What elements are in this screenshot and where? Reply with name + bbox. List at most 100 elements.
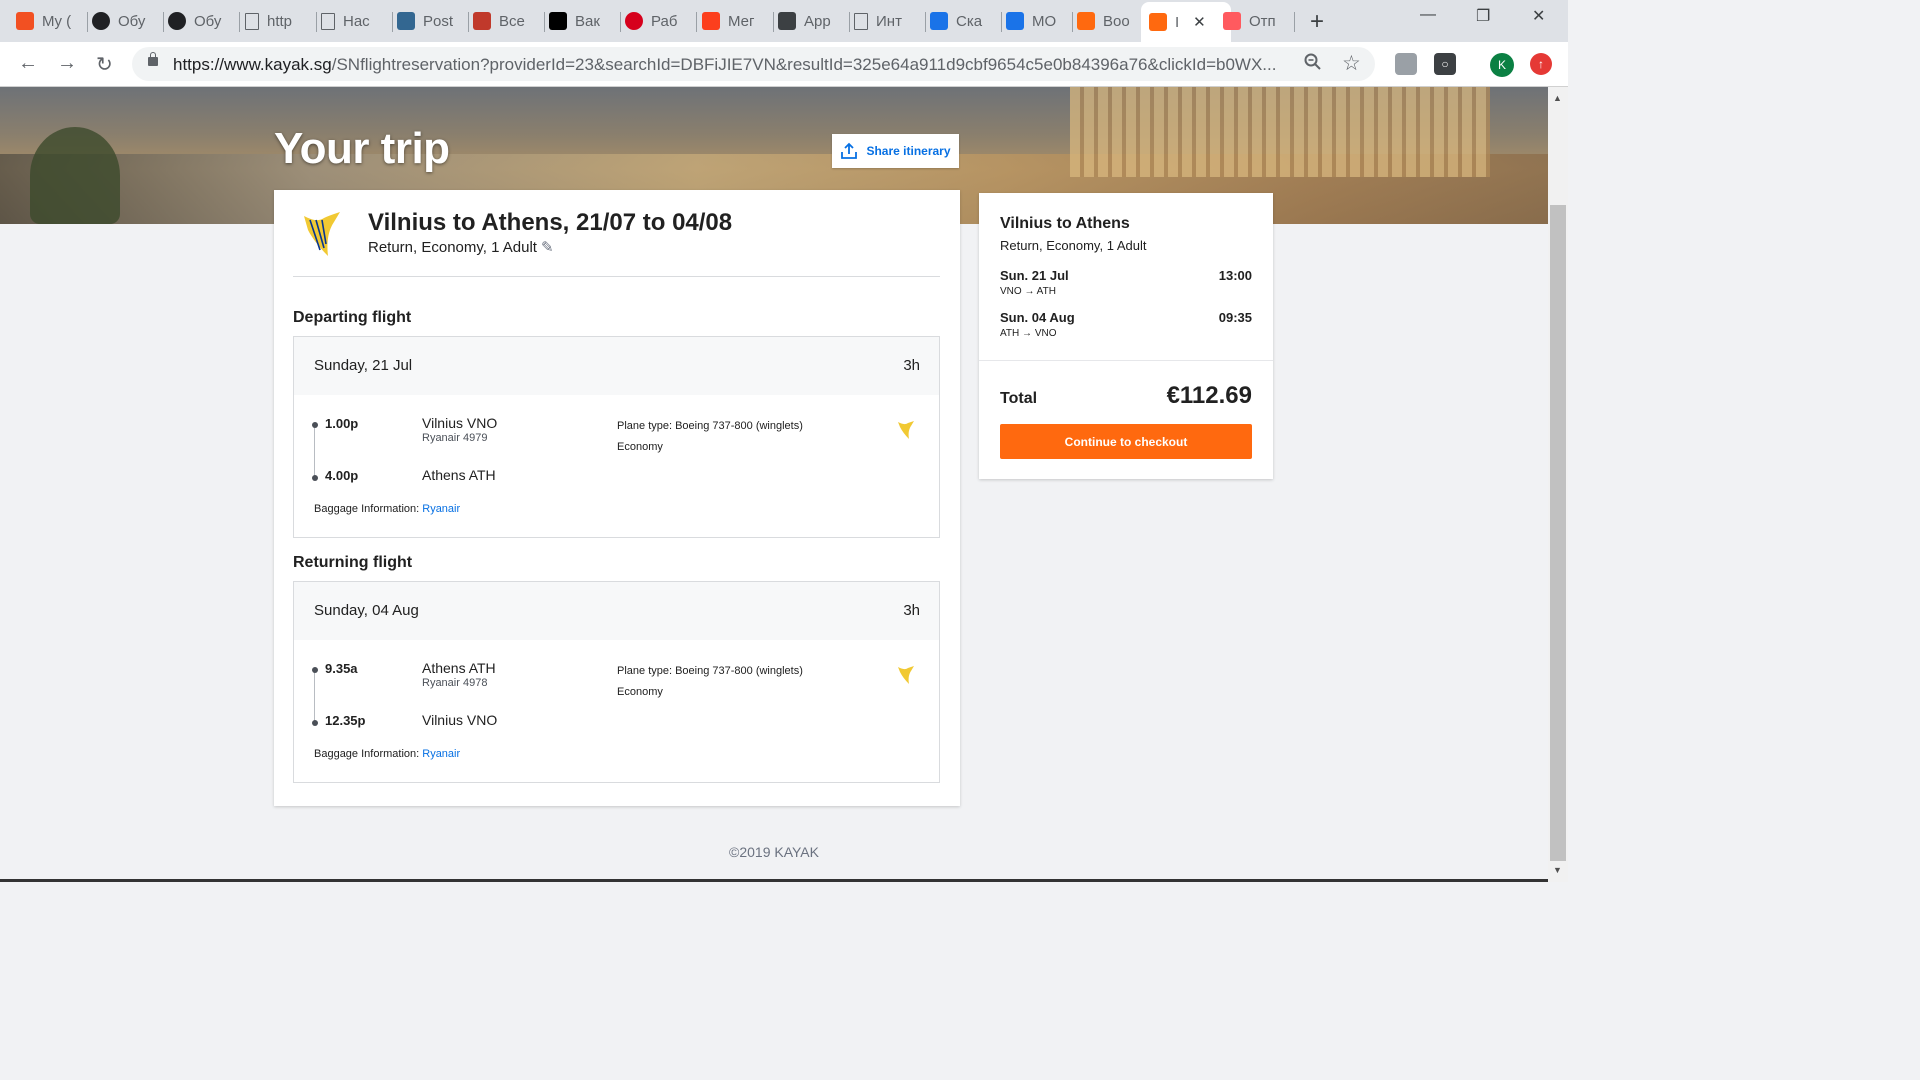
browser-tab[interactable]: Мег [702,6,774,36]
browser-tab[interactable]: I ✕ [1141,2,1231,42]
tab-separator [1001,12,1002,32]
tab-separator [1072,12,1073,32]
new-tab-icon[interactable]: + [1310,8,1324,36]
departure-dot [312,667,318,673]
browser-tab[interactable]: Ска [930,6,1002,36]
airbnb-icon [1223,12,1241,30]
browser-tab[interactable]: App [778,6,850,36]
browser-toolbar: ← → ↻ https://www.kayak.sg/SNflightreser… [0,42,1568,87]
arrival-dot [312,720,318,726]
page-content: Your trip Share itinerary Vilnius to Ath… [0,87,1548,882]
tab-separator [849,12,850,32]
zoom-icon[interactable] [1304,53,1322,77]
departure-time: 9.35a [325,661,358,676]
tab-label: Отп [1249,12,1276,30]
segment-date: Sunday, 21 Jul [314,357,413,374]
scrollbar-thumb[interactable] [1550,205,1566,861]
tab-separator [1294,12,1295,32]
summary-leg1-date: Sun. 21 Jul [1000,268,1069,283]
trip-details-card: Vilnius to Athens, 21/07 to 04/08 Return… [274,190,960,806]
departing-section-title: Departing flight [293,309,412,326]
ryanair-small-icon [898,421,914,439]
browser-tab[interactable]: Boo [1077,6,1143,36]
openai-icon [168,12,186,30]
url-text[interactable]: https://www.kayak.sg/SNflightreservation… [173,55,1283,75]
restore-icon[interactable]: ❐ [1476,6,1490,26]
tab-separator [620,12,621,32]
segment-duration: 3h [903,602,920,619]
departure-airport: Vilnius VNO [422,415,498,431]
summary-leg2-route: ATH → VNO [1000,328,1057,339]
extension-cube-icon[interactable] [1395,53,1417,75]
baggage-label: Baggage Information: [314,748,420,760]
kayak-icon [1149,13,1167,31]
baggage-info: Baggage Information: Ryanair [314,748,460,760]
close-tab-icon[interactable]: ✕ [1193,13,1206,31]
share-itinerary-label: Share itinerary [866,144,951,158]
browser-tab[interactable]: Отп [1223,6,1295,36]
reload-icon[interactable]: ↻ [96,52,113,77]
browser-tab[interactable]: МО [1006,6,1073,36]
scroll-down-arrow-icon[interactable]: ▼ [1553,865,1562,875]
tab-label: МО [1032,12,1057,30]
plane-type: Plane type: Boeing 737-800 (winglets) [617,420,803,432]
back-icon[interactable]: ← [18,52,38,75]
segment-duration: 3h [903,357,920,374]
tab-separator [163,12,164,32]
flight-number: Ryanair 4978 [422,677,488,689]
summary-title: Vilnius to Athens [1000,215,1130,232]
tab-separator [696,12,697,32]
extension-bulb-icon[interactable]: ○ [1434,53,1456,75]
returning-section-title: Returning flight [293,554,413,571]
browser-tab[interactable]: Инт [854,6,926,36]
browser-tab[interactable]: Все [473,6,545,36]
browser-tab[interactable]: Раб [625,6,697,36]
tab-label: Инт [876,12,902,30]
share-itinerary-button[interactable]: Share itinerary [832,134,959,168]
browser-tab[interactable]: Обу [168,6,240,36]
tab-separator [239,12,240,32]
departing-segment: Sunday, 21 Jul 3h 1.00p Vilnius VNO Ryan… [293,336,940,538]
baggage-link[interactable]: Ryanair [422,503,460,515]
tab-separator [773,12,774,32]
tab-separator [468,12,469,32]
star-icon[interactable]: ☆ [1342,51,1361,76]
tab-label: http [267,12,293,30]
summary-leg2-date: Sun. 04 Aug [1000,310,1075,325]
price-summary-card: Vilnius to Athens Return, Economy, 1 Adu… [979,193,1273,479]
timeline-line [314,423,315,478]
footer-copyright: ©2019 KAYAK [729,844,819,860]
continue-to-checkout-button[interactable]: Continue to checkout [1000,424,1252,459]
tab-label: Нас [343,12,370,30]
close-window-icon[interactable]: ✕ [1532,6,1545,26]
returning-segment: Sunday, 04 Aug 3h 9.35a Athens ATH Ryana… [293,581,940,783]
ryanair-small-icon [898,666,914,684]
kayak-icon [1077,12,1095,30]
arrival-dot [312,475,318,481]
hero-acropolis-image [1070,87,1490,177]
page-icon [245,12,259,30]
ryanair-logo-icon [304,212,340,256]
scroll-up-arrow-icon[interactable]: ▲ [1553,93,1562,103]
address-bar[interactable]: https://www.kayak.sg/SNflightreservation… [132,47,1375,81]
arc-icon [1006,12,1024,30]
edit-pencil-icon[interactable]: ✎ [541,239,554,256]
browser-tab[interactable]: Нас [321,6,393,36]
divider [293,276,940,277]
baggage-link[interactable]: Ryanair [422,748,460,760]
summary-divider [979,360,1273,361]
profile-avatar[interactable]: K [1490,53,1514,77]
minimize-icon[interactable]: — [1420,6,1436,24]
browser-tab[interactable]: http [245,6,317,36]
browser-tab[interactable]: My ( [16,6,88,36]
tab-separator [316,12,317,32]
browser-tab[interactable]: Вак [549,6,621,36]
tab-label: Обу [118,12,146,30]
update-icon[interactable]: ↑ [1530,53,1552,75]
browser-tab[interactable]: Post [397,6,469,36]
arrival-time: 12.35p [325,713,366,728]
browser-tab[interactable]: Обу [92,6,164,36]
page-scrollbar[interactable]: ▲ ▼ [1548,87,1568,882]
summary-leg1-route: VNO → ATH [1000,286,1056,297]
forward-icon[interactable]: → [57,52,77,75]
